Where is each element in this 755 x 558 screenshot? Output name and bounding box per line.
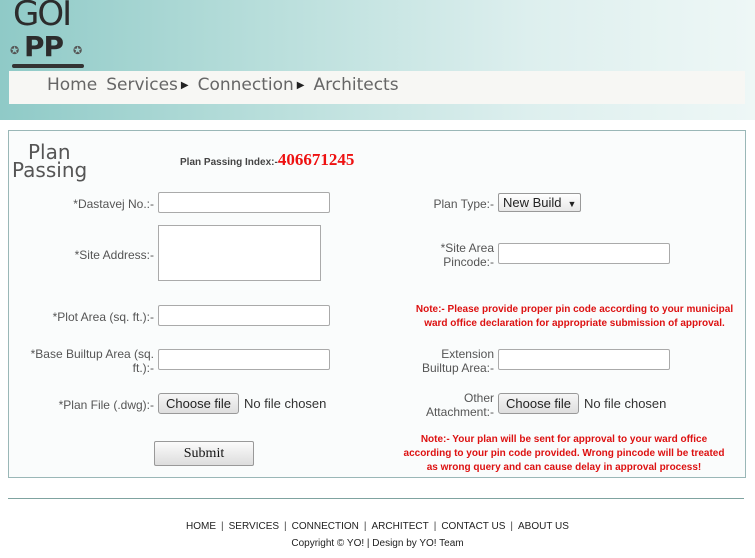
base-builtup-label: *Base Builtup Area (sq. ft.):- [30, 347, 154, 375]
pincode-input[interactable] [498, 243, 670, 264]
footer-link-connection[interactable]: CONNECTION [292, 521, 359, 532]
footer-link-about[interactable]: ABOUT US [518, 521, 569, 532]
plan-type-label: Plan Type:- [433, 197, 494, 211]
footer-divider [8, 498, 744, 499]
footer-nav: HOME | SERVICES | CONNECTION | ARCHITECT | CONTA… [186, 521, 569, 532]
plan-file-label: *Plan File (.dwg):- [58, 398, 154, 412]
extension-builtup-label: Extension Builtup Area:- [421, 347, 494, 375]
star-icon: ✪ [10, 45, 20, 57]
nav-architects[interactable]: Architects [314, 75, 399, 95]
plan-passing-form: Plan Passing Plan Passing Index:-4066712… [8, 130, 746, 478]
footer-link-services[interactable]: SERVICES [229, 521, 279, 532]
nav-services[interactable]: Services ▶ [106, 75, 188, 95]
footer-link-home[interactable]: HOME [186, 521, 216, 532]
plan-file-choose-button[interactable]: Choose file [158, 393, 240, 414]
footer-link-architect[interactable]: ARCHITECT [371, 521, 428, 532]
submit-button[interactable]: Submit [154, 441, 254, 466]
chevron-down-icon: ▼ [567, 199, 577, 209]
dastavej-label: *Dastavej No.:- [73, 197, 154, 211]
plan-type-select[interactable]: New Build ▼ [498, 193, 582, 212]
dastavej-input[interactable] [158, 192, 330, 213]
site-address-label: *Site Address:- [74, 248, 154, 262]
index-value: 406671245 [277, 150, 355, 169]
nav-connection[interactable]: Connection ▶ [198, 75, 305, 95]
pincode-note: Note:- Please provide proper pin code ac… [415, 304, 734, 329]
plan-passing-index: Plan Passing Index:-406671245 [180, 150, 355, 169]
site-logo[interactable]: GOI ✪ PP ✪ [10, 0, 90, 70]
plot-area-label: *Plot Area (sq. ft.):- [52, 310, 154, 324]
other-attachment-label: Other Attachment:- [425, 391, 494, 419]
copyright-text: Copyright © YO! | Design by YO! Team [291, 538, 464, 549]
site-address-textarea[interactable] [158, 225, 321, 281]
other-attachment-choose-button[interactable]: Choose file [498, 393, 580, 414]
footer-link-contact[interactable]: CONTACT US [441, 521, 505, 532]
star-icon: ✪ [73, 45, 83, 57]
plan-file-status: No file chosen [244, 396, 327, 411]
extension-builtup-input[interactable] [498, 349, 670, 370]
nav-home[interactable]: Home [47, 75, 97, 95]
approval-note: Note:- Your plan will be sent for approv… [403, 434, 725, 473]
logo-underline [12, 64, 84, 68]
logo-text-bottom: PP [24, 30, 64, 63]
submenu-arrow-icon: ▶ [180, 79, 189, 91]
submenu-arrow-icon: ▶ [296, 79, 305, 91]
base-builtup-input[interactable] [158, 349, 330, 370]
logo-text-top: GOI [13, 0, 72, 34]
pincode-label: *Site Area Pincode:- [440, 241, 494, 269]
main-nav: Home Services ▶ Connection ▶ Architects [9, 71, 745, 104]
page-title: Plan Passing [12, 140, 88, 182]
plot-area-input[interactable] [158, 305, 330, 326]
other-attachment-status: No file chosen [584, 396, 667, 411]
